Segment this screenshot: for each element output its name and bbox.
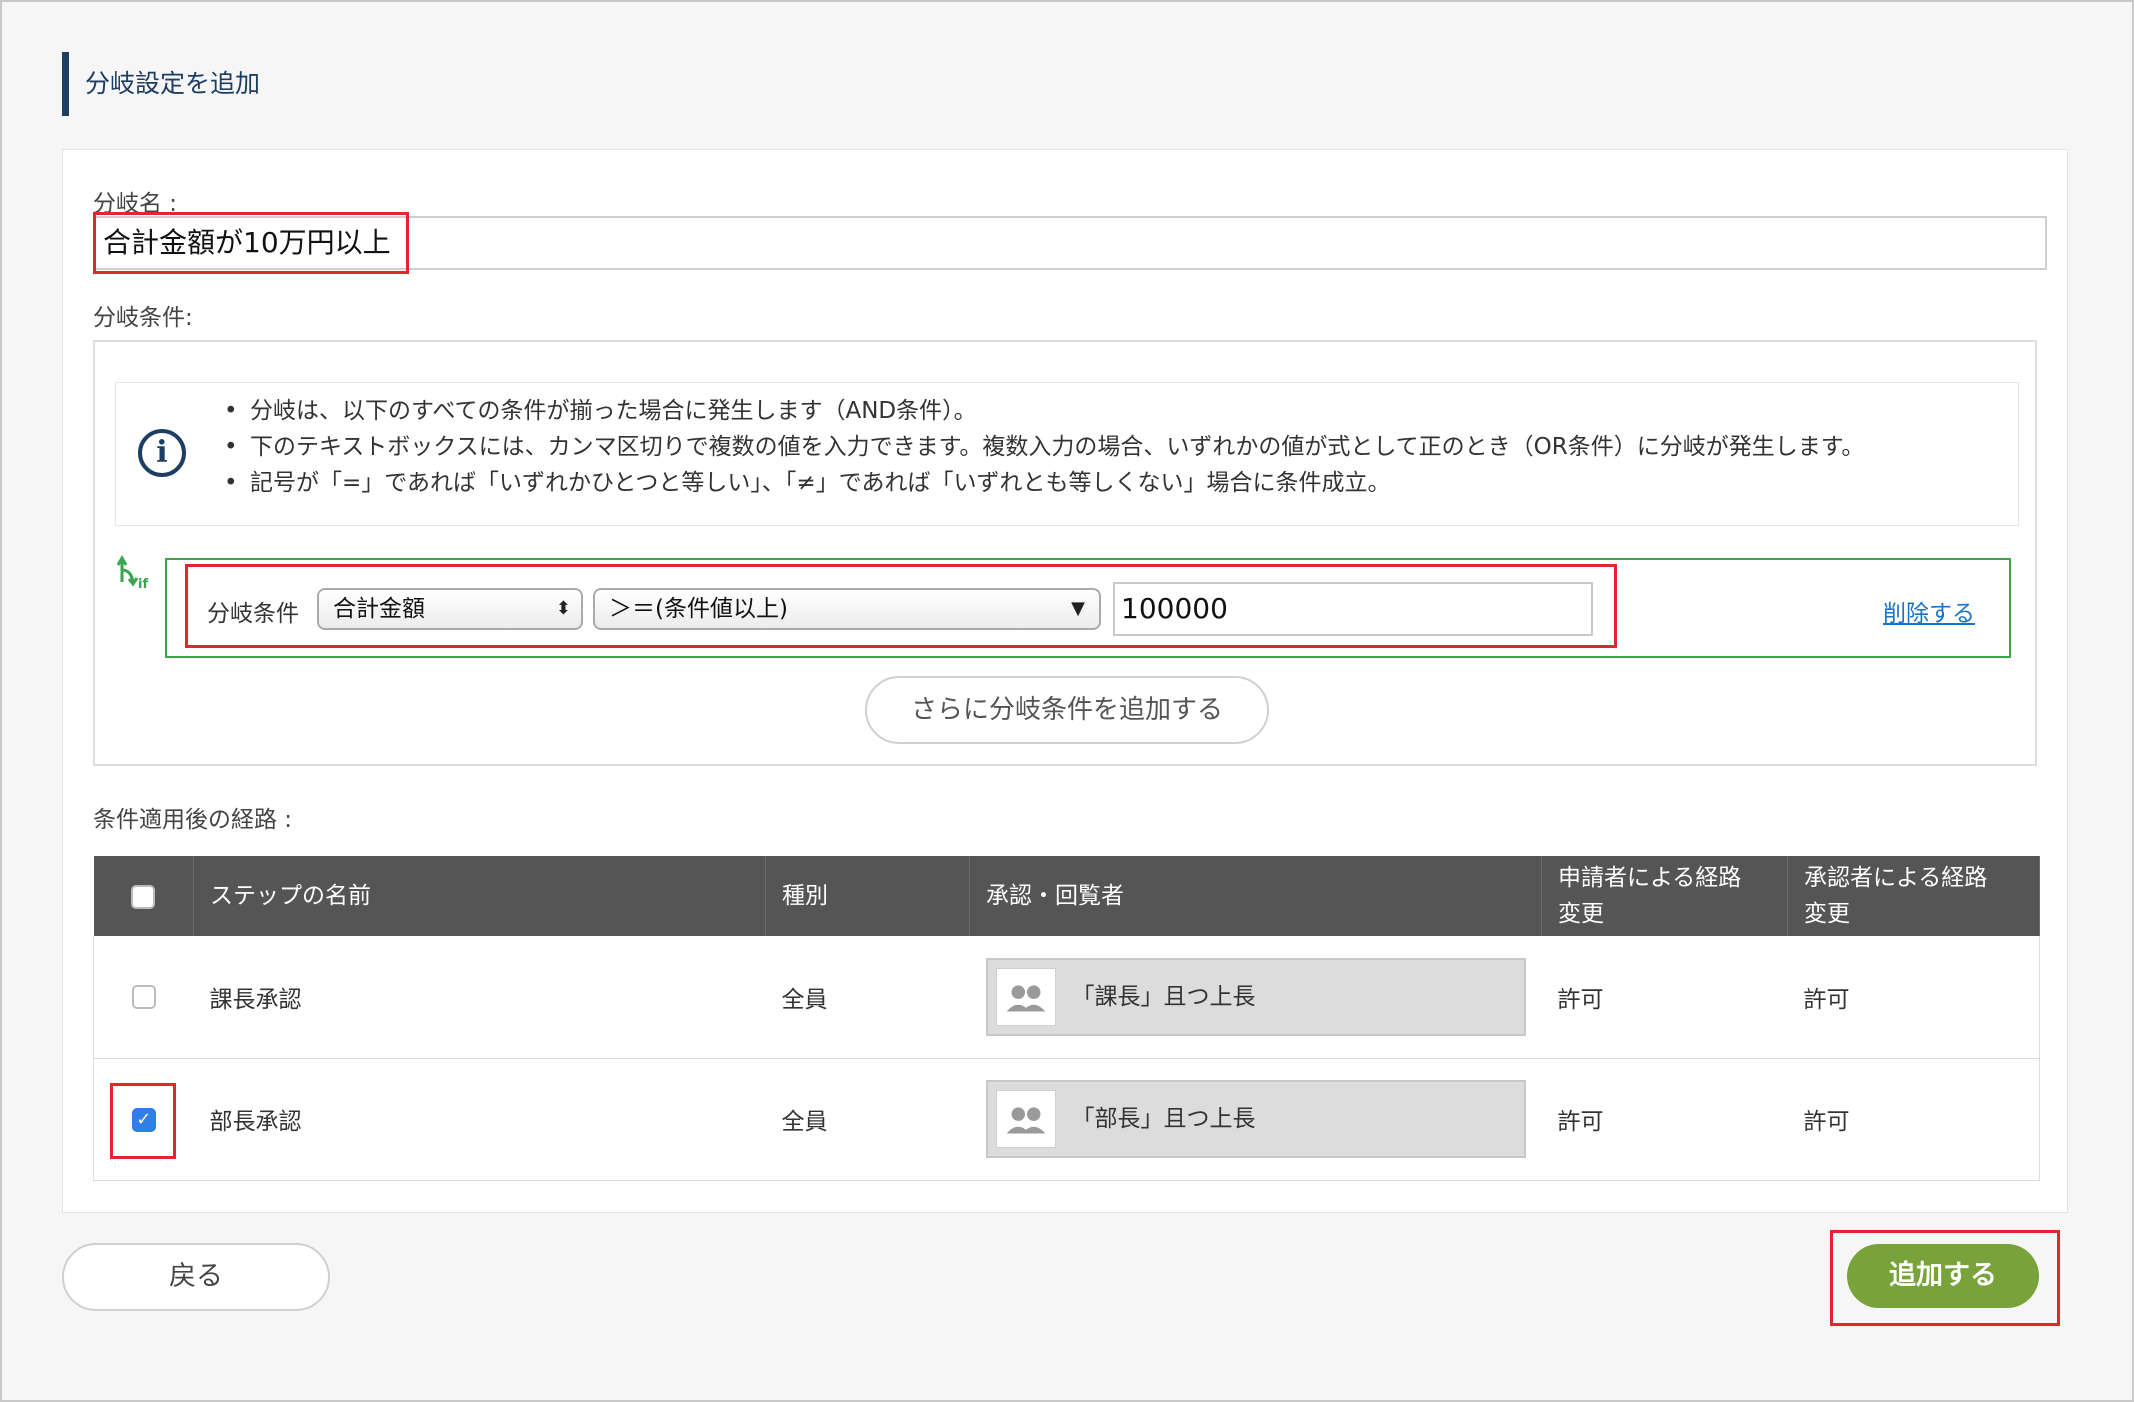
applicant-change: 許可 — [1541, 1058, 1788, 1181]
approver-cell: 「部長」且つ上長 — [969, 1058, 1542, 1181]
info-item: 下のテキストボックスには、カンマ区切りで複数の値を入力できます。複数入力の場合、… — [224, 429, 1864, 465]
col-approver-change-line1: 承認者による経路 — [1804, 865, 1988, 891]
condition-field-select[interactable]: 合計金額 ⬍ — [317, 588, 583, 630]
route-table: ステップの名前 種別 承認・回覧者 申請者による経路 変更 承認者による経路 変更 … — [93, 856, 2040, 1181]
col-approver-change-line2: 変更 — [1804, 901, 1850, 927]
row-checkbox[interactable] — [131, 985, 156, 1010]
row-checkbox-checked[interactable]: ✓ — [131, 1107, 156, 1132]
col-approvers: 承認・回覧者 — [969, 856, 1542, 936]
applicant-change: 許可 — [1541, 936, 1788, 1059]
branch-name-input[interactable]: 合計金額が10万円以上 — [93, 216, 2047, 270]
col-applicant-change-line2: 変更 — [1558, 901, 1604, 927]
col-step-name: ステップの名前 — [193, 856, 766, 936]
conditions-box: i 分岐は、以下のすべての条件が揃った場合に発生します（AND条件）。 下のテキ… — [93, 340, 2037, 766]
info-icon: i — [138, 429, 186, 477]
chevron-down-icon: ▼ — [1071, 598, 1085, 619]
select-all-checkbox[interactable] — [131, 884, 156, 909]
branch-form-panel: 分岐名 : 合計金額が10万円以上 分岐条件: i 分岐は、以下のすべての条件が… — [62, 149, 2068, 1213]
row-select-cell — [93, 936, 194, 1059]
branch-name-label: 分岐名 : — [93, 191, 178, 217]
group-users-icon — [995, 967, 1056, 1026]
row-select-cell: ✓ — [93, 1058, 194, 1181]
approver-chip[interactable]: 「部長」且つ上長 — [985, 1080, 1526, 1158]
approver-text: 「課長」且つ上長 — [1071, 983, 1256, 1010]
svg-text:if: if — [138, 577, 148, 592]
app-frame: 分岐設定を追加 分岐名 : 合計金額が10万円以上 分岐条件: i 分岐は、以下… — [0, 0, 2134, 1402]
condition-row: 分岐条件 合計金額 ⬍ ＞＝(条件値以上) ▼ 100000 削除する — [165, 558, 2011, 658]
col-applicant-change-line1: 申請者による経路 — [1558, 865, 1742, 891]
info-list: 分岐は、以下のすべての条件が揃った場合に発生します（AND条件）。 下のテキスト… — [224, 393, 1864, 501]
col-applicant-change: 申請者による経路 変更 — [1541, 856, 1788, 936]
step-type: 全員 — [765, 1058, 970, 1181]
submit-button[interactable]: 追加する — [1847, 1244, 2039, 1308]
col-type: 種別 — [765, 856, 970, 936]
select-all-cell — [93, 856, 194, 936]
step-name: 部長承認 — [193, 1058, 766, 1181]
branch-if-icon: if — [116, 554, 148, 592]
updown-arrows-icon: ⬍ — [555, 598, 571, 619]
info-box: i 分岐は、以下のすべての条件が揃った場合に発生します（AND条件）。 下のテキ… — [115, 382, 2019, 526]
add-condition-button[interactable]: さらに分岐条件を追加する — [865, 676, 1269, 744]
condition-row-label: 分岐条件 — [207, 601, 299, 627]
info-item: 記号が「=」であれば「いずれかひとつと等しい」、「≠」であれば「いずれとも等しく… — [224, 465, 1864, 501]
delete-condition-link[interactable]: 削除する — [1883, 594, 1975, 628]
condition-operator-value: ＞＝(条件値以上) — [609, 596, 788, 622]
approver-change: 許可 — [1787, 936, 2040, 1059]
info-item: 分岐は、以下のすべての条件が揃った場合に発生します（AND条件）。 — [224, 393, 1864, 429]
approver-cell: 「課長」且つ上長 — [969, 936, 1542, 1059]
condition-operator-select[interactable]: ＞＝(条件値以上) ▼ — [593, 588, 1101, 630]
condition-field-value: 合計金額 — [333, 596, 425, 622]
approver-chip[interactable]: 「課長」且つ上長 — [985, 957, 1526, 1036]
step-type: 全員 — [765, 936, 970, 1059]
approver-change: 許可 — [1787, 1058, 2040, 1181]
group-users-icon — [995, 1090, 1056, 1148]
route-label: 条件適用後の経路 : — [93, 807, 293, 833]
conditions-label: 分岐条件: — [93, 305, 193, 331]
back-button[interactable]: 戻る — [62, 1243, 330, 1311]
approver-text: 「部長」且つ上長 — [1071, 1106, 1256, 1132]
table-row: ✓ 部長承認 全員 「部長」且つ上長 許可 許可 — [93, 1058, 2040, 1181]
condition-value-input[interactable]: 100000 — [1113, 582, 1593, 636]
step-name: 課長承認 — [193, 936, 766, 1059]
col-approver-change: 承認者による経路 変更 — [1787, 856, 2040, 936]
table-row: 課長承認 全員 「課長」且つ上長 許可 許可 — [93, 936, 2040, 1059]
page-title: 分岐設定を追加 — [62, 52, 260, 116]
table-header-row: ステップの名前 種別 承認・回覧者 申請者による経路 変更 承認者による経路 変更 — [93, 856, 2040, 936]
